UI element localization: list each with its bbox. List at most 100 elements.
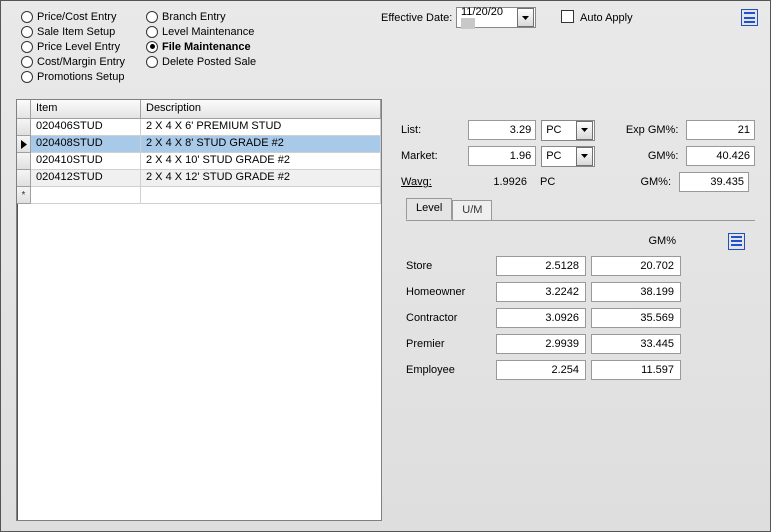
chevron-down-icon (581, 128, 588, 132)
detail-panel: List: 3.29 PC Exp GM%: 21 Market: 1.96 P… (401, 99, 755, 195)
row-header[interactable] (17, 136, 31, 153)
content-area: Item Description 020406STUD 2 X 4 X 6' P… (16, 99, 755, 521)
radio-cost-margin-entry[interactable]: Cost/Margin Entry (21, 54, 125, 69)
mode-radio-group-1: Price/Cost Entry Sale Item Setup Price L… (21, 9, 125, 84)
list-label: List: (401, 124, 460, 136)
cell-item[interactable]: 020410STUD (31, 153, 141, 170)
tab-um[interactable]: U/M (452, 200, 492, 221)
level-gm-input[interactable]: 20.702 (591, 256, 681, 276)
app-window: Price/Cost Entry Sale Item Setup Price L… (0, 0, 771, 532)
level-row-store: Store 2.5128 20.702 (406, 253, 755, 279)
radio-delete-posted-sale[interactable]: Delete Posted Sale (146, 54, 256, 69)
row-header[interactable] (17, 153, 31, 170)
chevron-down-icon (522, 16, 529, 20)
row-header[interactable]: * (17, 187, 31, 204)
levels-section: GM% Store 2.5128 20.702 Homeowner 3.2242… (406, 229, 755, 383)
row-pointer-icon (21, 140, 27, 149)
menu-icon (744, 12, 755, 14)
market-row: Market: 1.96 PC GM%: 40.426 (401, 143, 755, 169)
auto-apply-checkbox[interactable] (561, 10, 574, 23)
level-price-input[interactable]: 2.9939 (496, 334, 586, 354)
level-gm-input[interactable]: 33.445 (591, 334, 681, 354)
table-row[interactable]: 020408STUD 2 X 4 X 8' STUD GRADE #2 (17, 136, 381, 153)
cell-item[interactable]: 020408STUD (31, 136, 141, 153)
tab-strip: Level U/M (406, 199, 755, 221)
list-row: List: 3.29 PC Exp GM%: 21 (401, 117, 755, 143)
mode-radio-group-2: Branch Entry Level Maintenance File Main… (146, 9, 256, 69)
radio-file-maintenance[interactable]: File Maintenance (146, 39, 256, 54)
menu-button[interactable] (741, 9, 758, 26)
radio-promotions-setup[interactable]: Promotions Setup (21, 69, 125, 84)
dropdown-button[interactable] (576, 147, 593, 166)
wavg-unit: PC (531, 176, 586, 188)
column-header-description[interactable]: Description (141, 100, 381, 119)
level-label: Store (406, 260, 491, 272)
table-new-row[interactable]: * (17, 187, 381, 204)
level-gm-input[interactable]: 11.597 (591, 360, 681, 380)
toolbar: Price/Cost Entry Sale Item Setup Price L… (1, 1, 770, 91)
gm-column-header: GM% (649, 235, 677, 247)
dropdown-button[interactable] (576, 121, 593, 140)
cell-desc[interactable]: 2 X 4 X 12' STUD GRADE #2 (141, 170, 381, 187)
gm2-input[interactable]: 39.435 (679, 172, 749, 192)
radio-price-level-entry[interactable]: Price Level Entry (21, 39, 125, 54)
level-label: Premier (406, 338, 491, 350)
wavg-value: 1.9926 (461, 176, 531, 188)
column-header-item[interactable]: Item (31, 100, 141, 119)
list-value-input[interactable]: 3.29 (468, 120, 537, 140)
radio-price-cost-entry[interactable]: Price/Cost Entry (21, 9, 125, 24)
level-price-input[interactable]: 3.0926 (496, 308, 586, 328)
list-unit-select[interactable]: PC (541, 120, 595, 141)
row-header[interactable] (17, 119, 31, 136)
exp-gm-input[interactable]: 21 (686, 120, 755, 140)
gm-label: GM%: (610, 150, 678, 162)
level-price-input[interactable]: 2.254 (496, 360, 586, 380)
exp-gm-label: Exp GM%: (610, 124, 678, 136)
cell-item[interactable] (31, 187, 141, 204)
level-label: Employee (406, 364, 491, 376)
level-row-employee: Employee 2.254 11.597 (406, 357, 755, 383)
gm2-label: GM%: (601, 176, 671, 188)
market-value-input[interactable]: 1.96 (468, 146, 537, 166)
items-grid[interactable]: Item Description 020406STUD 2 X 4 X 6' P… (16, 99, 382, 521)
effective-date-input[interactable]: 11/20/20 (456, 7, 536, 28)
level-row-contractor: Contractor 3.0926 35.569 (406, 305, 755, 331)
level-label: Contractor (406, 312, 491, 324)
market-label: Market: (401, 150, 460, 162)
cell-desc[interactable] (141, 187, 381, 204)
date-dropdown-button[interactable] (517, 8, 534, 27)
cell-item[interactable]: 020412STUD (31, 170, 141, 187)
radio-level-maintenance[interactable]: Level Maintenance (146, 24, 256, 39)
effective-date-label: Effective Date: (381, 12, 452, 24)
table-row[interactable]: 020410STUD 2 X 4 X 10' STUD GRADE #2 (17, 153, 381, 170)
radio-sale-item-setup[interactable]: Sale Item Setup (21, 24, 125, 39)
cell-desc[interactable]: 2 X 4 X 8' STUD GRADE #2 (141, 136, 381, 153)
table-row[interactable]: 020412STUD 2 X 4 X 12' STUD GRADE #2 (17, 170, 381, 187)
menu-icon (731, 236, 742, 238)
level-gm-input[interactable]: 35.569 (591, 308, 681, 328)
radio-branch-entry[interactable]: Branch Entry (146, 9, 256, 24)
level-price-input[interactable]: 3.2242 (496, 282, 586, 302)
level-gm-input[interactable]: 38.199 (591, 282, 681, 302)
grid-corner (17, 100, 31, 119)
levels-header: GM% (406, 229, 755, 253)
cell-desc[interactable]: 2 X 4 X 6' PREMIUM STUD (141, 119, 381, 136)
cell-desc[interactable]: 2 X 4 X 10' STUD GRADE #2 (141, 153, 381, 170)
level-price-input[interactable]: 2.5128 (496, 256, 586, 276)
wavg-row: Wavg: 1.9926 PC GM%: 39.435 (401, 169, 755, 195)
level-label: Homeowner (406, 286, 491, 298)
wavg-label: Wavg: (401, 176, 461, 188)
row-header[interactable] (17, 170, 31, 187)
grid-header-row: Item Description (17, 100, 381, 119)
cell-item[interactable]: 020406STUD (31, 119, 141, 136)
tab-level[interactable]: Level (406, 198, 452, 220)
auto-apply-label: Auto Apply (580, 12, 633, 24)
chevron-down-icon (581, 154, 588, 158)
table-row[interactable]: 020406STUD 2 X 4 X 6' PREMIUM STUD (17, 119, 381, 136)
gm1-input[interactable]: 40.426 (686, 146, 755, 166)
masked-year (461, 18, 475, 29)
new-row-icon: * (22, 190, 26, 201)
level-row-homeowner: Homeowner 3.2242 38.199 (406, 279, 755, 305)
market-unit-select[interactable]: PC (541, 146, 595, 167)
levels-menu-button[interactable] (728, 233, 745, 250)
